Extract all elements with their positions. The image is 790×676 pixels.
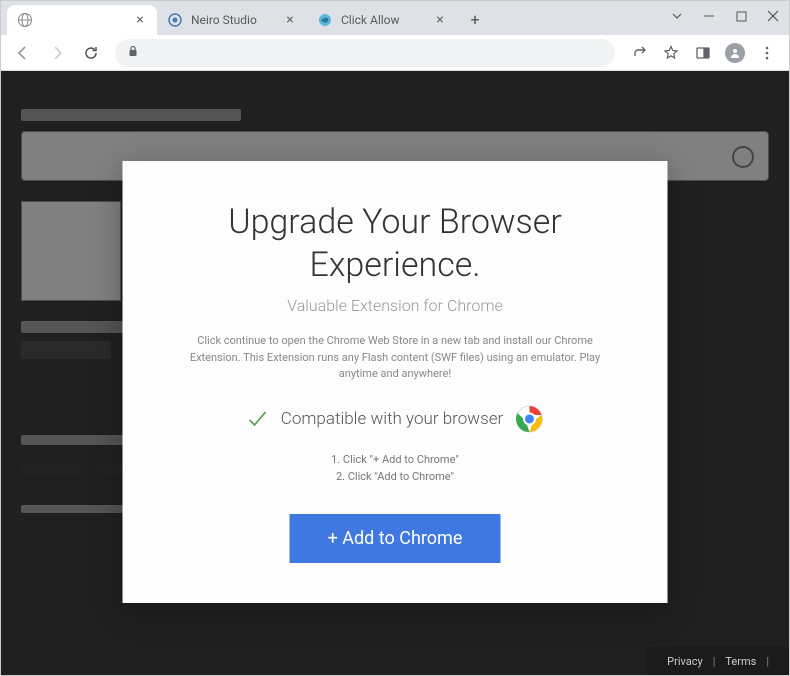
chrome-icon xyxy=(515,404,543,432)
dialog-subtitle: Valuable Extension for Chrome xyxy=(163,296,628,315)
bookmark-icon[interactable] xyxy=(657,39,685,67)
tab-1[interactable]: × xyxy=(7,5,157,35)
address-bar[interactable] xyxy=(115,39,615,67)
reload-button[interactable] xyxy=(77,39,105,67)
window-controls xyxy=(661,1,789,31)
lock-icon xyxy=(127,45,139,61)
edge-favicon-icon xyxy=(317,12,333,28)
dialog-heading: Upgrade Your Browser Experience. xyxy=(163,201,628,286)
profile-avatar[interactable] xyxy=(721,39,749,67)
new-tab-button[interactable]: + xyxy=(461,5,489,33)
close-icon[interactable]: × xyxy=(433,13,447,27)
compatible-row: Compatible with your browser xyxy=(163,404,628,432)
dialog-body-text: Click continue to open the Chrome Web St… xyxy=(163,333,628,383)
checkmark-icon xyxy=(247,407,269,429)
dialog-steps: 1. Click "+ Add to Chrome" 2. Click "Add… xyxy=(163,450,628,485)
forward-button[interactable] xyxy=(43,39,71,67)
globe-icon xyxy=(17,12,33,28)
step-1: 1. Click "+ Add to Chrome" xyxy=(163,450,628,468)
share-icon[interactable] xyxy=(625,39,653,67)
maximize-button[interactable] xyxy=(725,1,757,31)
browser-window: × Neiro Studio × Click Allow × + xyxy=(0,0,790,676)
minimize-button[interactable] xyxy=(693,1,725,31)
add-to-chrome-button[interactable]: + Add to Chrome xyxy=(290,514,501,563)
compatible-text: Compatible with your browser xyxy=(281,408,503,428)
footer-privacy-link[interactable]: Privacy xyxy=(667,655,703,668)
toolbar xyxy=(1,35,789,71)
kebab-menu-icon[interactable] xyxy=(753,39,781,67)
close-icon[interactable]: × xyxy=(133,13,147,27)
side-panel-icon[interactable] xyxy=(689,39,717,67)
tab-title: Click Allow xyxy=(341,13,400,27)
chevron-down-icon[interactable] xyxy=(661,1,693,31)
tab-title: Neiro Studio xyxy=(191,13,257,27)
neiro-favicon-icon xyxy=(167,12,183,28)
close-window-button[interactable] xyxy=(757,1,789,31)
tab-3[interactable]: Click Allow × xyxy=(307,5,457,35)
page-footer: Privacy | Terms | xyxy=(647,647,789,675)
footer-terms-link[interactable]: Terms xyxy=(725,655,756,668)
titlebar: × Neiro Studio × Click Allow × + xyxy=(1,1,789,35)
step-2: 2. Click "Add to Chrome" xyxy=(163,468,628,486)
page-content: risk.com Upgrade Your Browser Experience… xyxy=(1,71,789,675)
tab-2[interactable]: Neiro Studio × xyxy=(157,5,307,35)
upgrade-dialog: Upgrade Your Browser Experience. Valuabl… xyxy=(123,161,668,603)
back-button[interactable] xyxy=(9,39,37,67)
close-icon[interactable]: × xyxy=(283,13,297,27)
